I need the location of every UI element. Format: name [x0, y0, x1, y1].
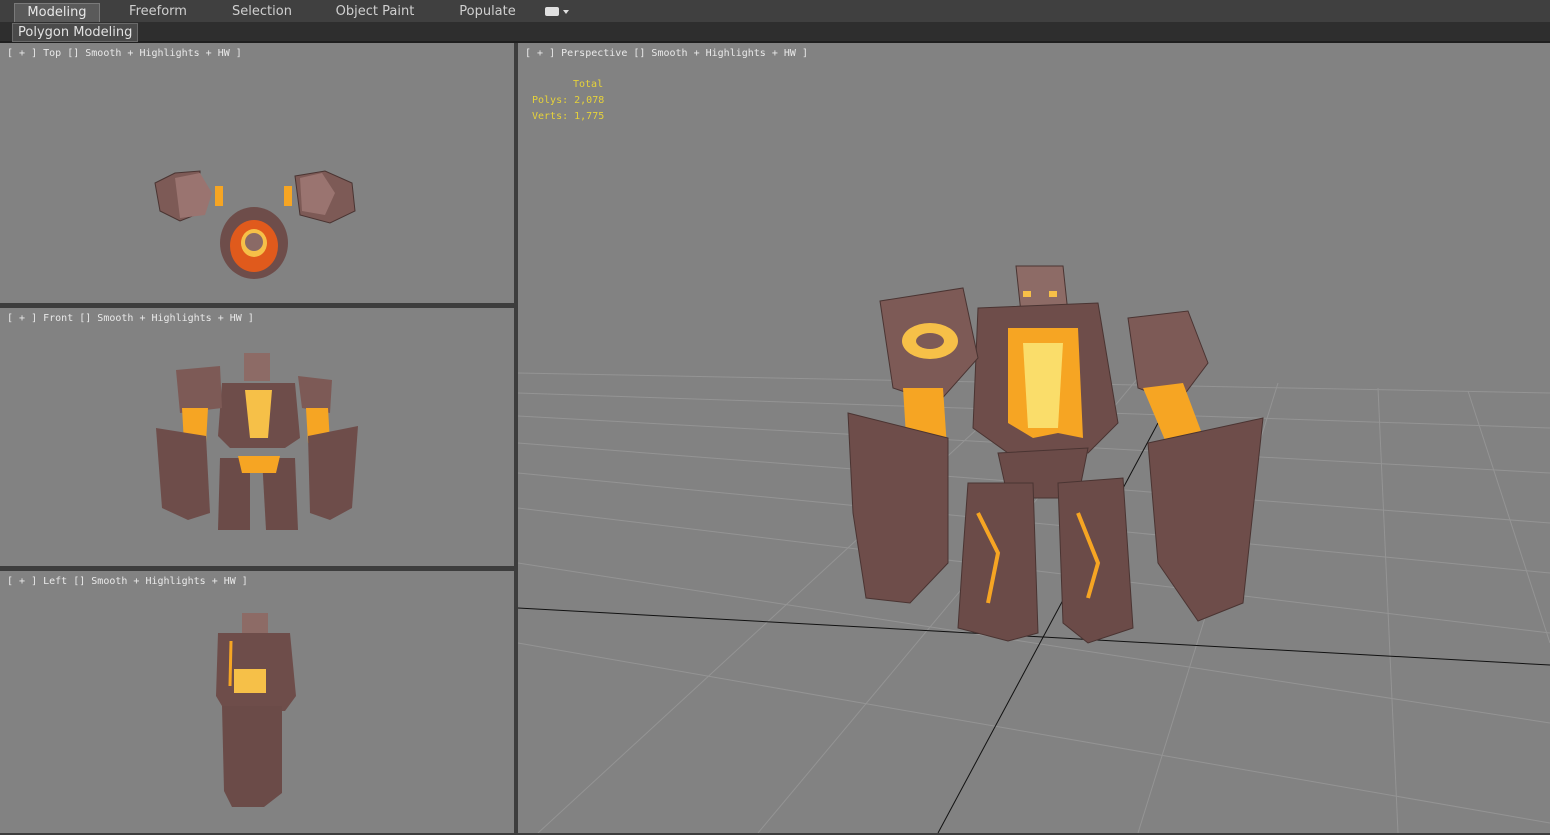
tab-freeform[interactable]: Freeform	[118, 3, 198, 21]
polygon-modeling-panel-button[interactable]: Polygon Modeling	[12, 23, 139, 42]
golem-left-view	[216, 613, 296, 807]
chevron-down-icon[interactable]	[563, 10, 569, 14]
viewport-left[interactable]: [ + ] Left [] Smooth + Highlights + HW ]	[0, 571, 514, 833]
perspective-scene	[518, 265, 1550, 833]
ribbon-tab-bar: Modeling Freeform Selection Object Paint…	[0, 0, 1550, 23]
golem-top-view	[154, 170, 356, 279]
tab-populate[interactable]: Populate	[450, 3, 525, 21]
lava-golem-model	[847, 265, 1264, 644]
tab-object-paint[interactable]: Object Paint	[330, 3, 420, 21]
ribbon-panel: Polygon Modeling	[0, 22, 1550, 43]
golem-front-view	[156, 353, 358, 530]
viewport-front[interactable]: [ + ] Front [] Smooth + Highlights + HW …	[0, 308, 514, 566]
viewport-perspective[interactable]: [ + ] Perspective [] Smooth + Highlights…	[518, 43, 1550, 833]
viewport-top[interactable]: [ + ] Top [] Smooth + Highlights + HW ]	[0, 43, 514, 303]
tab-modeling[interactable]: Modeling	[14, 3, 100, 22]
ribbon-options-icon[interactable]	[545, 7, 559, 16]
tab-selection[interactable]: Selection	[222, 3, 302, 21]
